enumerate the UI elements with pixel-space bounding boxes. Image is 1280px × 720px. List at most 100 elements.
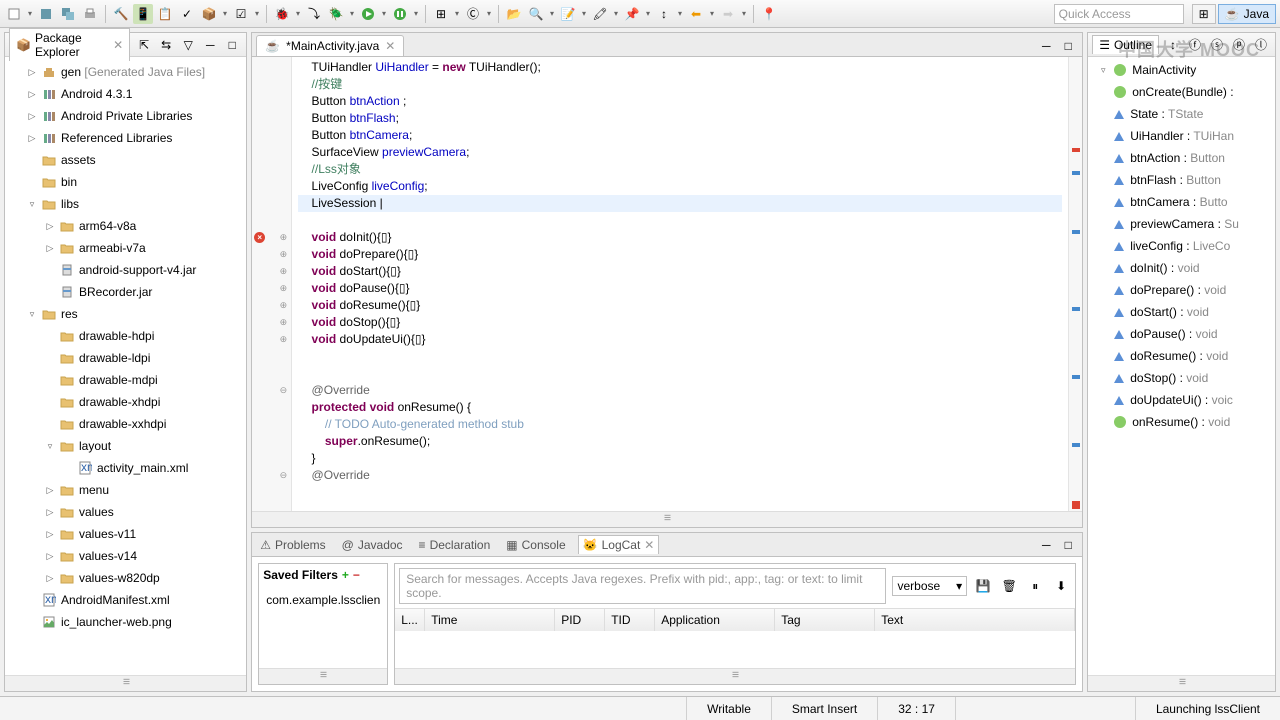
dropdown-icon[interactable]: ▾ bbox=[348, 4, 356, 24]
horizontal-scrollbar[interactable] bbox=[5, 675, 246, 691]
dropdown-icon[interactable]: ▾ bbox=[612, 4, 620, 24]
outline-tab[interactable]: ☰ Outline bbox=[1092, 35, 1159, 54]
dropdown-icon[interactable]: ▾ bbox=[294, 4, 302, 24]
minimize-icon[interactable]: ─ bbox=[1036, 535, 1056, 555]
dropdown-icon[interactable]: ▾ bbox=[644, 4, 652, 24]
tree-item[interactable]: BRecorder.jar bbox=[5, 281, 246, 303]
code-area[interactable]: TUiHandler UiHandler = new TUiHandler();… bbox=[292, 57, 1068, 511]
print-icon[interactable] bbox=[80, 4, 100, 24]
outline-tree[interactable]: ▿ MainActivity onCreate(Bundle) :State :… bbox=[1088, 57, 1275, 675]
nav-icon[interactable]: ↕ bbox=[654, 4, 674, 24]
hide-static-icon[interactable]: ⓢ bbox=[1207, 35, 1227, 55]
scroll-lock-icon[interactable]: ⏸ bbox=[1025, 576, 1045, 596]
horizontal-scrollbar[interactable] bbox=[395, 668, 1075, 684]
horizontal-scrollbar[interactable] bbox=[1088, 675, 1275, 691]
open-type-icon[interactable]: 📂 bbox=[504, 4, 524, 24]
tree-item[interactable]: ▷values bbox=[5, 501, 246, 523]
dropdown-icon[interactable]: ▾ bbox=[676, 4, 684, 24]
outline-item[interactable]: btnCamera : Butto bbox=[1088, 191, 1275, 213]
pin-editor-icon[interactable]: 📍 bbox=[759, 4, 779, 24]
outline-item[interactable]: State : TState bbox=[1088, 103, 1275, 125]
column-header[interactable]: Text bbox=[875, 609, 1075, 631]
clear-log-icon[interactable]: 🗑 bbox=[999, 576, 1019, 596]
outline-item[interactable]: btnFlash : Button bbox=[1088, 169, 1275, 191]
outline-item[interactable]: onResume() : void bbox=[1088, 411, 1275, 433]
lint-icon[interactable]: ✓ bbox=[177, 4, 197, 24]
maximize-icon[interactable]: □ bbox=[222, 35, 242, 55]
outline-item[interactable]: doInit() : void bbox=[1088, 257, 1275, 279]
view-menu-icon[interactable]: ▽ bbox=[178, 35, 198, 55]
tree-item[interactable]: ic_launcher-web.png bbox=[5, 611, 246, 633]
save-icon[interactable] bbox=[36, 4, 56, 24]
outline-item[interactable]: previewCamera : Su bbox=[1088, 213, 1275, 235]
tree-item[interactable]: drawable-hdpi bbox=[5, 325, 246, 347]
dropdown-icon[interactable]: ▾ bbox=[580, 4, 588, 24]
dropdown-icon[interactable]: ▾ bbox=[453, 4, 461, 24]
link-editor-icon[interactable]: ⇆ bbox=[156, 35, 176, 55]
search-icon[interactable]: 🔍 bbox=[526, 4, 546, 24]
quick-access-input[interactable]: Quick Access bbox=[1054, 4, 1184, 24]
filter-item[interactable]: com.example.lssclien bbox=[261, 588, 385, 612]
hide-nonpublic-icon[interactable]: ⓟ bbox=[1229, 35, 1249, 55]
skip-icon[interactable]: ⤵ bbox=[304, 4, 324, 24]
dropdown-icon[interactable]: ▾ bbox=[253, 4, 261, 24]
tree-item[interactable]: drawable-xxhdpi bbox=[5, 413, 246, 435]
close-icon[interactable]: ✕ bbox=[385, 39, 395, 53]
run-icon[interactable] bbox=[358, 4, 378, 24]
save-all-icon[interactable] bbox=[58, 4, 78, 24]
tree-item[interactable]: drawable-ldpi bbox=[5, 347, 246, 369]
task-icon[interactable]: 📝 bbox=[558, 4, 578, 24]
bottom-tab-javadoc[interactable]: @Javadoc bbox=[338, 536, 407, 554]
bottom-tab-declaration[interactable]: ≡Declaration bbox=[415, 536, 495, 554]
bottom-tab-problems[interactable]: ⚠Problems bbox=[256, 536, 329, 554]
debug-run-icon[interactable]: 🪲 bbox=[326, 4, 346, 24]
java-perspective-button[interactable]: ☕Java bbox=[1218, 4, 1276, 24]
outline-item[interactable]: doPause() : void bbox=[1088, 323, 1275, 345]
debug-icon[interactable]: 🐞 bbox=[272, 4, 292, 24]
outline-item[interactable]: doResume() : void bbox=[1088, 345, 1275, 367]
dropdown-icon[interactable]: ▾ bbox=[26, 4, 34, 24]
export-icon[interactable]: ⬇ bbox=[1051, 576, 1071, 596]
outline-item[interactable]: doPrepare() : void bbox=[1088, 279, 1275, 301]
tree-item[interactable]: ▿res bbox=[5, 303, 246, 325]
new-project-icon[interactable]: 📦 bbox=[199, 4, 219, 24]
outline-root[interactable]: ▿ MainActivity bbox=[1088, 59, 1275, 81]
column-header[interactable]: Tag bbox=[775, 609, 875, 631]
horizontal-scrollbar[interactable] bbox=[259, 668, 387, 684]
dropdown-icon[interactable]: ▾ bbox=[380, 4, 388, 24]
sdk-icon[interactable]: 📱 bbox=[133, 4, 153, 24]
tree-item[interactable]: assets bbox=[5, 149, 246, 171]
build-icon[interactable]: 🔨 bbox=[111, 4, 131, 24]
new-class-icon[interactable]: Ⓒ bbox=[463, 4, 483, 24]
column-header[interactable]: Time bbox=[425, 609, 555, 631]
outline-item[interactable]: doStart() : void bbox=[1088, 301, 1275, 323]
outline-item[interactable]: onCreate(Bundle) : bbox=[1088, 81, 1275, 103]
highlight-icon[interactable]: 🖍 bbox=[590, 4, 610, 24]
column-header[interactable]: L... bbox=[395, 609, 425, 631]
maximize-icon[interactable]: □ bbox=[1058, 36, 1078, 56]
remove-filter-icon[interactable]: − bbox=[353, 568, 360, 582]
sort-icon[interactable]: ↕ bbox=[1163, 35, 1183, 55]
back-icon[interactable]: ⬅ bbox=[686, 4, 706, 24]
minimize-icon[interactable]: ─ bbox=[200, 35, 220, 55]
new-icon[interactable] bbox=[4, 4, 24, 24]
dropdown-icon[interactable]: ▾ bbox=[740, 4, 748, 24]
tree-item[interactable]: ▷gen [Generated Java Files] bbox=[5, 61, 246, 83]
tree-item[interactable]: ▷values-w820dp bbox=[5, 567, 246, 589]
bottom-tab-console[interactable]: ▦Console bbox=[502, 536, 569, 554]
tree-item[interactable]: android-support-v4.jar bbox=[5, 259, 246, 281]
collapse-all-icon[interactable]: ⇱ bbox=[134, 35, 154, 55]
save-log-icon[interactable]: 💾 bbox=[973, 576, 993, 596]
tree-item[interactable]: ▷Referenced Libraries bbox=[5, 127, 246, 149]
package-explorer-tree[interactable]: ▷gen [Generated Java Files]▷Android 4.3.… bbox=[5, 57, 246, 675]
maximize-icon[interactable]: □ bbox=[1058, 535, 1078, 555]
toggle-icon[interactable]: ☑ bbox=[231, 4, 251, 24]
outline-item[interactable]: doUpdateUi() : voic bbox=[1088, 389, 1275, 411]
minimize-icon[interactable]: ─ bbox=[1036, 36, 1056, 56]
column-header[interactable]: PID bbox=[555, 609, 605, 631]
open-perspective-button[interactable]: ⊞ bbox=[1192, 4, 1216, 24]
tree-item[interactable]: bin bbox=[5, 171, 246, 193]
outline-item[interactable]: liveConfig : LiveCo bbox=[1088, 235, 1275, 257]
tree-item[interactable]: ▷values-v14 bbox=[5, 545, 246, 567]
outline-item[interactable]: btnAction : Button bbox=[1088, 147, 1275, 169]
